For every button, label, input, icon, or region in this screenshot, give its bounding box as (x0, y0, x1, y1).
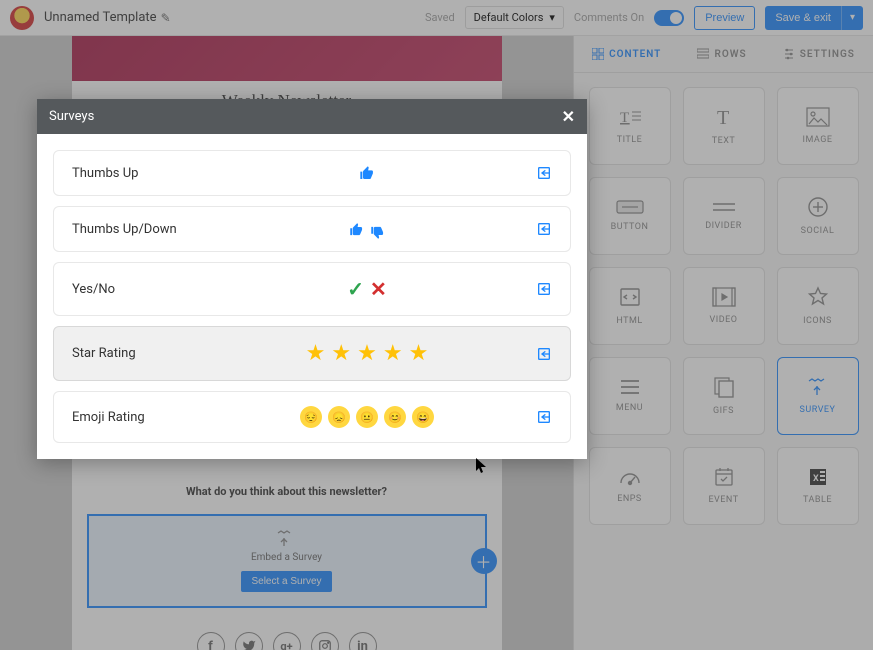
modal-title: Surveys (49, 109, 94, 124)
star-icon: ★ (331, 341, 351, 366)
thumbs-up-icon (359, 165, 375, 181)
star-icon: ★ (357, 341, 377, 366)
emoji-icon: 😐 (356, 406, 378, 428)
emoji-icon: 😊 (384, 406, 406, 428)
modal-body: Thumbs UpThumbs Up/DownYes/No✓✕Star Rati… (37, 134, 587, 459)
survey-option-label: Thumbs Up (72, 166, 222, 181)
insert-icon[interactable] (536, 409, 552, 425)
survey-option-label: Star Rating (72, 346, 222, 361)
insert-icon[interactable] (536, 221, 552, 237)
modal-header: Surveys ✕ (37, 99, 587, 134)
star-icon: ★ (409, 341, 429, 366)
emoji-icon: 😔 (300, 406, 322, 428)
survey-option-yesno[interactable]: Yes/No✓✕ (53, 262, 571, 316)
x-icon: ✕ (370, 277, 387, 301)
star-icon: ★ (306, 341, 326, 366)
star-icon: ★ (383, 341, 403, 366)
survey-option-label: Yes/No (72, 282, 222, 297)
survey-option-thumbs-up[interactable]: Thumbs Up (53, 150, 571, 196)
check-icon: ✓ (347, 277, 364, 301)
survey-option-emoji[interactable]: Emoji Rating 😔 😞 😐 😊 😄 (53, 391, 571, 443)
emoji-icon: 😄 (412, 406, 434, 428)
survey-option-preview (222, 165, 512, 181)
insert-icon[interactable] (536, 281, 552, 297)
emoji-icon: 😞 (328, 406, 350, 428)
surveys-modal: Surveys ✕ Thumbs UpThumbs Up/DownYes/No✓… (37, 99, 587, 459)
thumbs-up-icon (349, 222, 364, 237)
survey-option-stars[interactable]: Star Rating★★★★★ (53, 326, 571, 381)
insert-icon[interactable] (536, 346, 552, 362)
survey-option-label: Emoji Rating (72, 410, 222, 425)
survey-option-preview: 😔 😞 😐 😊 😄 (222, 406, 512, 428)
survey-option-label: Thumbs Up/Down (72, 222, 222, 237)
survey-option-thumbs-updown[interactable]: Thumbs Up/Down (53, 206, 571, 252)
modal-close-icon[interactable]: ✕ (562, 107, 575, 126)
survey-option-preview (222, 222, 512, 237)
thumbs-down-icon (370, 225, 385, 240)
insert-icon[interactable] (536, 165, 552, 181)
survey-option-preview: ★★★★★ (222, 341, 512, 366)
survey-option-preview: ✓✕ (222, 277, 512, 301)
